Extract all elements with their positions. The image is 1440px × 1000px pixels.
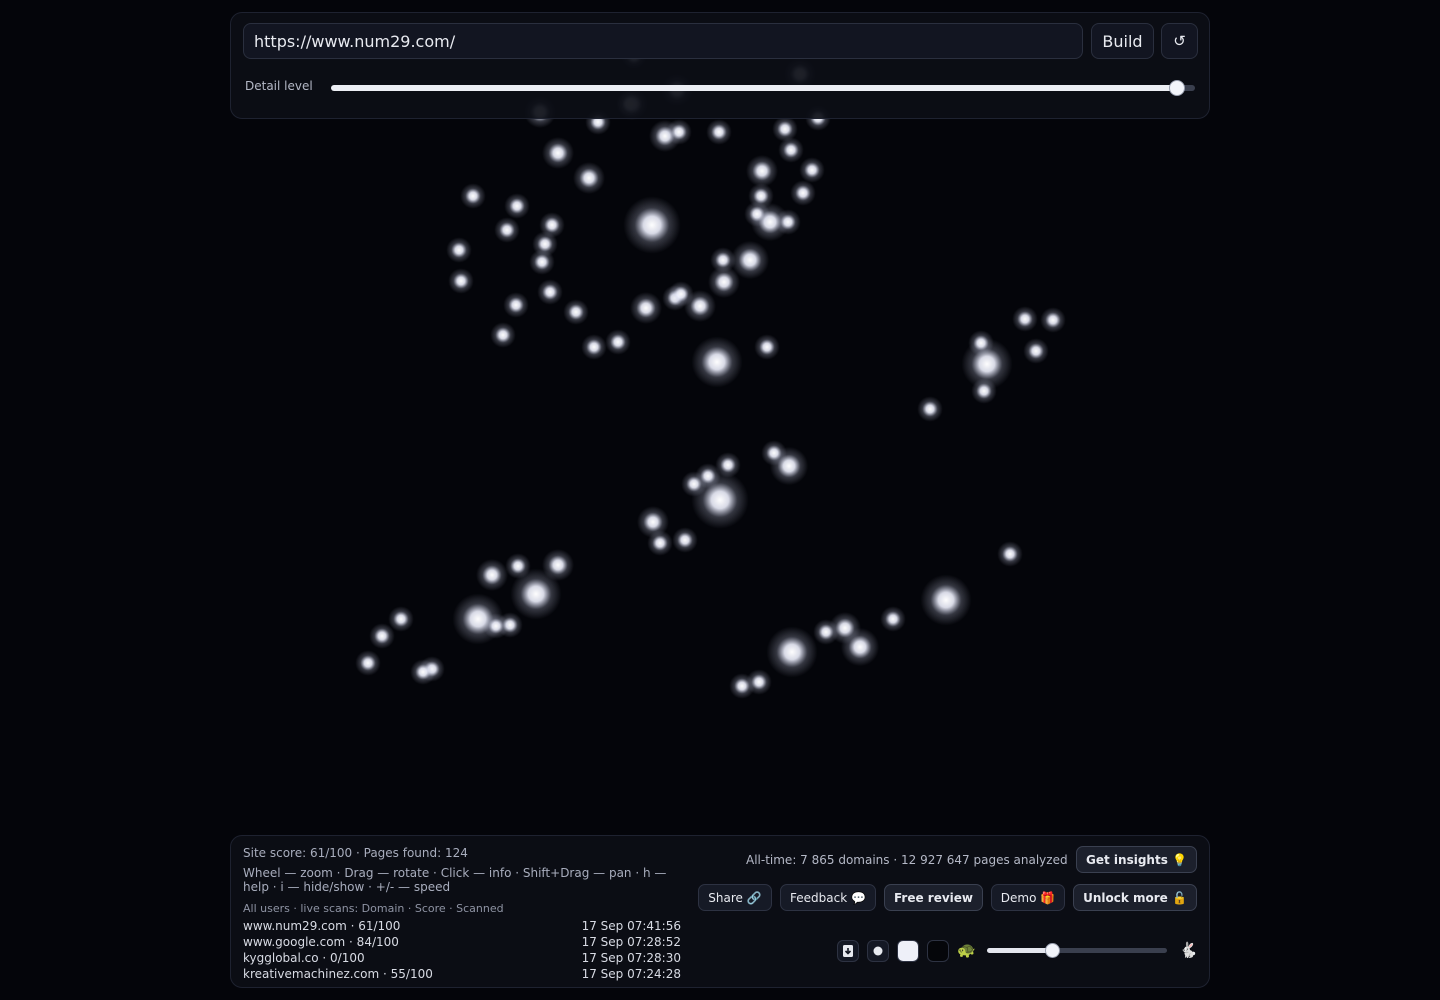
list-item[interactable]: kygglobal.co · 0/100 17 Sep 07:28:30 [243,951,681,965]
get-insights-button[interactable]: Get insights 💡 [1076,846,1197,873]
fast-speed-icon: 🐇 [1179,941,1198,959]
slow-speed-icon: 🐢 [957,941,976,959]
detail-level-label: Detail level [245,79,313,93]
list-item[interactable]: kreativemachinez.com · 55/100 17 Sep 07:… [243,967,681,981]
scan-time: 17 Sep 07:41:56 [581,919,681,933]
all-time-stats: All-time: 7 865 domains · 12 927 647 pag… [746,853,1068,867]
url-input[interactable] [243,23,1083,59]
small-node-icon[interactable] [867,940,889,962]
share-button[interactable]: Share 🔗 [698,884,772,911]
scans-header: All users · live scans: Domain · Score ·… [243,902,504,915]
list-item[interactable]: www.google.com · 84/100 17 Sep 07:28:52 [243,935,681,949]
scan-time: 17 Sep 07:28:52 [581,935,681,949]
scan-domain: www.google.com · 84/100 [243,935,399,949]
top-toolbar: Build ↺ Detail level [230,12,1210,119]
scan-domain: kygglobal.co · 0/100 [243,951,365,965]
build-button[interactable]: Build [1091,23,1154,59]
scan-domain: www.num29.com · 61/100 [243,919,401,933]
download-icon[interactable] [837,940,859,962]
scan-time: 17 Sep 07:24:28 [581,967,681,981]
scan-domain: kreativemachinez.com · 55/100 [243,967,433,981]
light-theme-icon[interactable] [897,940,919,962]
unlock-more-button[interactable]: Unlock more 🔓 [1073,884,1197,911]
bottom-info-panel: Site score: 61/100 · Pages found: 124 Wh… [230,835,1210,988]
speed-handle[interactable] [1045,943,1060,958]
site-score: Site score: 61/100 · Pages found: 124 [243,846,468,860]
feedback-button[interactable]: Feedback 💬 [780,884,876,911]
dark-theme-icon[interactable] [927,940,949,962]
detail-level-handle[interactable] [1169,80,1185,96]
free-review-button[interactable]: Free review [884,884,983,911]
detail-level-slider[interactable] [331,85,1195,91]
help-text: Wheel — zoom · Drag — rotate · Click — i… [243,866,667,894]
demo-button[interactable]: Demo 🎁 [991,884,1065,911]
scan-time: 17 Sep 07:28:30 [581,951,681,965]
speed-slider[interactable] [987,948,1167,953]
reset-icon[interactable]: ↺ [1161,23,1198,59]
list-item[interactable]: www.num29.com · 61/100 17 Sep 07:41:56 [243,919,681,933]
